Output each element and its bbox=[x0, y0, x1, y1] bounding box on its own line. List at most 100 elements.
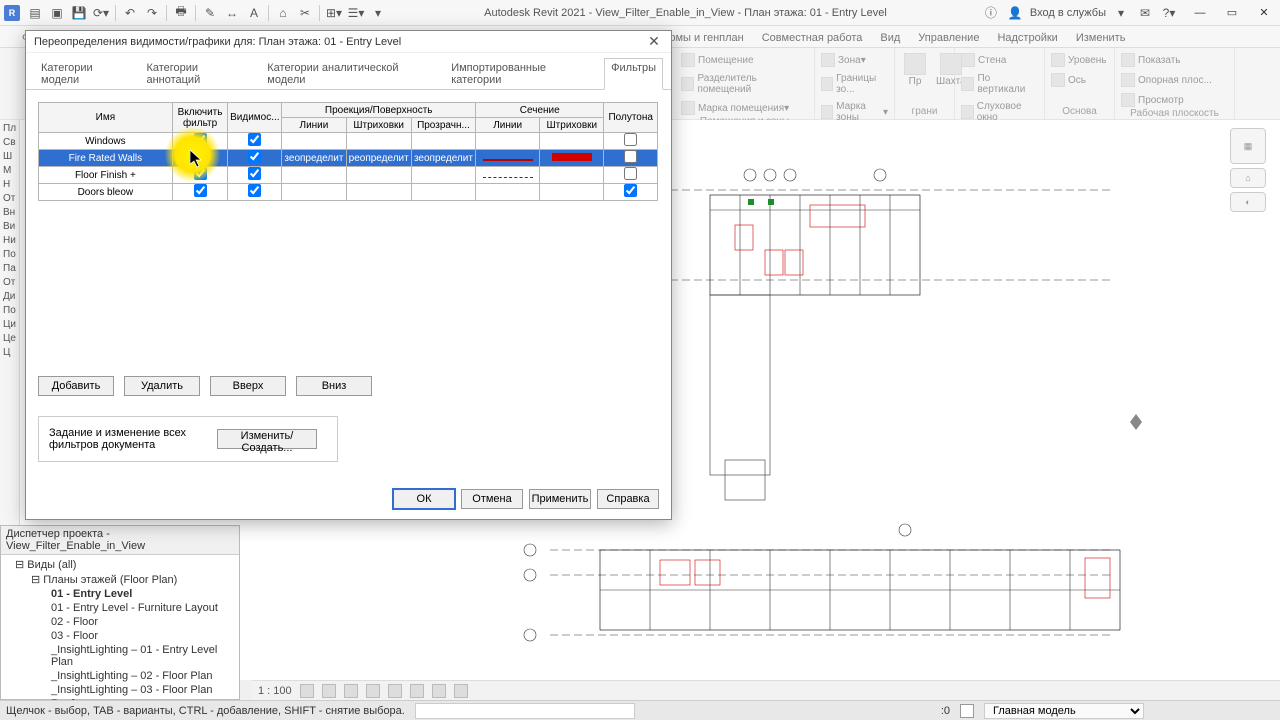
shadow-icon[interactable] bbox=[366, 684, 380, 698]
dialog-tab-4[interactable]: Фильтры bbox=[604, 58, 663, 90]
qat-open[interactable]: ▤ bbox=[26, 4, 44, 22]
view-cube[interactable]: ▦ bbox=[1230, 128, 1266, 164]
nav-wheel[interactable]: ◐ bbox=[1230, 192, 1266, 212]
qat-thin[interactable]: ☰▾ bbox=[347, 4, 365, 22]
qat-sync[interactable]: ⟳▾ bbox=[92, 4, 110, 22]
crop-icon[interactable] bbox=[410, 684, 424, 698]
visibility-checkbox[interactable] bbox=[248, 133, 261, 146]
visibility-checkbox[interactable] bbox=[248, 150, 261, 163]
qat-undo[interactable]: ↶ bbox=[121, 4, 139, 22]
enable-checkbox[interactable] bbox=[194, 184, 207, 197]
type-selector[interactable] bbox=[415, 703, 635, 719]
ribbon-tab-11[interactable]: Вид bbox=[872, 29, 908, 47]
halftone-checkbox[interactable] bbox=[624, 167, 637, 180]
rp-grid[interactable]: Ось bbox=[1051, 73, 1086, 87]
window-close[interactable]: ✕ bbox=[1254, 4, 1274, 22]
dialog-tab-1[interactable]: Категории аннотаций bbox=[139, 58, 260, 90]
model-select[interactable]: Главная модель bbox=[984, 703, 1144, 719]
qat-text[interactable]: A bbox=[245, 4, 263, 22]
view-scale[interactable]: 1 : 100 bbox=[258, 685, 292, 697]
dialog-tab-2[interactable]: Категории аналитической модели bbox=[260, 58, 444, 90]
help-icon[interactable]: ?▾ bbox=[1160, 4, 1178, 22]
window-minimize[interactable]: — bbox=[1190, 4, 1210, 22]
rp-viewer[interactable]: Просмотр bbox=[1121, 93, 1184, 107]
filters-table[interactable]: Имя Включить фильтр Видимос... Проекция/… bbox=[38, 102, 658, 201]
halftone-checkbox[interactable] bbox=[624, 150, 637, 163]
down-button[interactable]: Вниз bbox=[296, 376, 372, 396]
project-browser-tree[interactable]: ⊟ Виды (all)⊟ Планы этажей (Floor Plan)0… bbox=[1, 555, 239, 710]
ok-button[interactable]: ОК bbox=[393, 489, 455, 509]
help-button[interactable]: Справка bbox=[597, 489, 659, 509]
qat-redo[interactable]: ↷ bbox=[143, 4, 161, 22]
cancel-button[interactable]: Отмена bbox=[461, 489, 523, 509]
login-link[interactable]: Вход в службы bbox=[1030, 7, 1106, 19]
ribbon-tab-14[interactable]: Изменить bbox=[1068, 29, 1134, 47]
delete-button[interactable]: Удалить bbox=[124, 376, 200, 396]
reveal-icon[interactable] bbox=[454, 684, 468, 698]
ribbon-tab-12[interactable]: Управление bbox=[910, 29, 987, 47]
tree-node-5[interactable]: 03 - Floor bbox=[3, 629, 237, 643]
filter-row-2[interactable]: Floor Finish + bbox=[39, 167, 658, 184]
login-dropdown[interactable]: ▾ bbox=[1112, 4, 1130, 22]
rp-wall[interactable]: Пр bbox=[901, 52, 929, 88]
ribbon-tab-10[interactable]: Совместная работа bbox=[754, 29, 871, 47]
rp-tag[interactable]: Марка помещения ▾ bbox=[681, 101, 789, 115]
qat-sect[interactable]: ✂ bbox=[296, 4, 314, 22]
qat-print[interactable]: 🖶 bbox=[172, 4, 190, 22]
halftone-checkbox[interactable] bbox=[624, 133, 637, 146]
dialog-close-button[interactable]: ✕ bbox=[645, 33, 663, 51]
tree-node-7[interactable]: _InsightLighting – 02 - Floor Plan bbox=[3, 669, 237, 683]
filter-row-1[interactable]: Fire Rated Wallsзеопределитреопределитзе… bbox=[39, 150, 658, 167]
navigation-widget[interactable]: ▦ ⌂ ◐ bbox=[1230, 128, 1270, 216]
visibility-checkbox[interactable] bbox=[248, 184, 261, 197]
enable-checkbox[interactable] bbox=[194, 133, 207, 146]
qat-3d[interactable]: ⌂ bbox=[274, 4, 292, 22]
info-icon[interactable]: ⓘ bbox=[982, 4, 1000, 22]
qat-save[interactable]: 💾 bbox=[70, 4, 88, 22]
filter-row-0[interactable]: Windows bbox=[39, 133, 658, 150]
enable-checkbox[interactable] bbox=[194, 167, 207, 180]
detail-icon[interactable] bbox=[300, 684, 314, 698]
qat-dim[interactable]: ↔ bbox=[223, 4, 241, 22]
tree-node-6[interactable]: _InsightLighting – 01 - Entry Level Plan bbox=[3, 643, 237, 669]
up-button[interactable]: Вверх bbox=[210, 376, 286, 396]
status-hint: Щелчок - выбор, TAB - варианты, CTRL - д… bbox=[6, 705, 405, 717]
visibility-checkbox[interactable] bbox=[248, 167, 261, 180]
rp-refplane[interactable]: Опорная плос... bbox=[1121, 73, 1212, 87]
tree-node-2[interactable]: 01 - Entry Level bbox=[3, 587, 237, 601]
project-browser: Диспетчер проекта - View_Filter_Enable_i… bbox=[0, 525, 240, 700]
tree-node-3[interactable]: 01 - Entry Level - Furniture Layout bbox=[3, 601, 237, 615]
dialog-tab-0[interactable]: Категории модели bbox=[34, 58, 139, 90]
rp-level[interactable]: Уровень bbox=[1051, 53, 1107, 67]
sun-icon[interactable] bbox=[344, 684, 358, 698]
tree-node-4[interactable]: 02 - Floor bbox=[3, 615, 237, 629]
qat-new[interactable]: ▣ bbox=[48, 4, 66, 22]
add-button[interactable]: Добавить bbox=[38, 376, 114, 396]
dialog-title-bar[interactable]: Переопределения видимости/графики для: П… bbox=[26, 31, 671, 53]
hide-icon[interactable] bbox=[432, 684, 446, 698]
window-maximize[interactable]: ▭ bbox=[1222, 4, 1242, 22]
enable-checkbox[interactable] bbox=[194, 150, 207, 163]
qat-meas[interactable]: ✎ bbox=[201, 4, 219, 22]
rp-show[interactable]: Показать bbox=[1121, 53, 1181, 67]
dialog-tab-3[interactable]: Импортированные категории bbox=[444, 58, 604, 90]
tree-node-8[interactable]: _InsightLighting – 03 - Floor Plan bbox=[3, 683, 237, 697]
nav-home[interactable]: ⌂ bbox=[1230, 168, 1266, 188]
tree-node-1[interactable]: ⊟ Планы этажей (Floor Plan) bbox=[3, 572, 237, 587]
titlebar-right: ⓘ 👤 Вход в службы ▾ ✉ ?▾ — ▭ ✕ bbox=[982, 4, 1280, 22]
qat-close[interactable]: ▾ bbox=[369, 4, 387, 22]
halftone-checkbox[interactable] bbox=[624, 184, 637, 197]
tree-node-0[interactable]: ⊟ Виды (all) bbox=[3, 557, 237, 572]
visual-style-icon[interactable] bbox=[322, 684, 336, 698]
workset-icon[interactable] bbox=[960, 704, 974, 718]
ribbon-tab-13[interactable]: Надстройки bbox=[989, 29, 1065, 47]
msg-icon[interactable]: ✉ bbox=[1136, 4, 1154, 22]
user-icon[interactable]: 👤 bbox=[1006, 4, 1024, 22]
qat-view[interactable]: ⊞▾ bbox=[325, 4, 343, 22]
rp-room[interactable]: Помещение bbox=[681, 53, 754, 67]
edit-create-button[interactable]: Изменить/Создать... bbox=[217, 429, 317, 449]
filter-row-3[interactable]: Doors bleow bbox=[39, 184, 658, 201]
apply-button[interactable]: Применить bbox=[529, 489, 591, 509]
rp-sep[interactable]: Разделитель помещений bbox=[681, 73, 808, 95]
render-icon[interactable] bbox=[388, 684, 402, 698]
